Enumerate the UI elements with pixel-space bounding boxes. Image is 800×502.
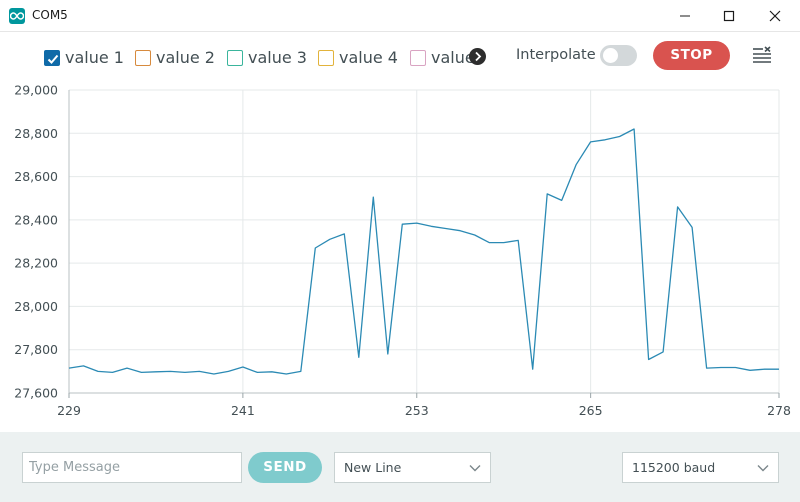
legend-label: value 4 — [339, 48, 398, 67]
checkbox-icon[interactable] — [410, 50, 426, 66]
toggle-knob — [603, 48, 618, 63]
chevron-down-icon — [757, 465, 769, 472]
legend-label: value 5 — [431, 48, 472, 67]
chevron-down-icon — [469, 465, 481, 472]
grid-lines — [68, 89, 780, 394]
plotter-toolbar: value 1 value 2 value 3 value 4 value 5 … — [0, 32, 800, 80]
serial-plot-chart: 27,600 27,800 28,000 28,200 28,400 28,600 28,8… — [14, 83, 791, 419]
y-tick-label: 27,600 — [14, 386, 58, 401]
legend-label: value 1 — [65, 48, 124, 67]
window-title: COM5 — [32, 8, 68, 22]
series-layer — [68, 128, 779, 375]
x-tick-label: 278 — [767, 403, 791, 418]
stop-button[interactable]: STOP — [653, 41, 730, 70]
y-tick-label: 27,800 — [14, 342, 58, 357]
checkbox-icon[interactable] — [227, 50, 243, 66]
legend-item-value-2[interactable]: value 2 — [135, 48, 215, 68]
legend-item-value-1[interactable]: value 1 — [44, 48, 124, 68]
message-input[interactable] — [22, 452, 242, 483]
baud-rate-select[interactable]: 115200 baud — [622, 452, 779, 483]
minimize-button[interactable] — [662, 0, 708, 32]
legend-item-value-3[interactable]: value 3 — [227, 48, 307, 68]
checkbox-icon[interactable] — [318, 50, 334, 66]
checkbox-checked-icon[interactable] — [44, 50, 60, 66]
minimize-icon — [680, 15, 690, 17]
y-tick-label: 28,400 — [14, 212, 58, 227]
x-tick-label: 265 — [579, 403, 603, 418]
legend-label: value 3 — [248, 48, 307, 67]
x-tick-label: 229 — [57, 403, 81, 418]
legend-scroll-right-button[interactable] — [469, 48, 486, 65]
serial-footer: SEND New Line 115200 baud — [0, 432, 800, 502]
x-tick-label: 253 — [405, 403, 429, 418]
baud-rate-value: 115200 baud — [632, 460, 716, 475]
y-tick-label: 28,600 — [14, 169, 58, 184]
interpolate-label: Interpolate — [516, 47, 596, 63]
line-ending-value: New Line — [344, 460, 402, 475]
y-tick-label: 28,800 — [14, 126, 58, 141]
arduino-app-icon — [9, 8, 25, 24]
legend-item-value-4[interactable]: value 4 — [318, 48, 398, 68]
x-tick-label: 241 — [231, 403, 255, 418]
title-bar: COM5 — [0, 0, 800, 32]
checkbox-icon[interactable] — [135, 50, 151, 66]
send-button[interactable]: SEND — [248, 452, 322, 483]
y-tick-label: 28,200 — [14, 256, 58, 271]
legend-label: value 2 — [156, 48, 215, 67]
y-tick-label: 28,000 — [14, 299, 58, 314]
maximize-icon — [723, 10, 735, 22]
x-axis-ticks: 229 241 253 265 278 — [57, 393, 791, 418]
maximize-button[interactable] — [706, 0, 752, 32]
clear-plot-icon[interactable] — [752, 46, 772, 64]
line-ending-select[interactable]: New Line — [334, 452, 491, 483]
series-line-value-1 — [68, 128, 779, 375]
legend-item-value-5[interactable]: value 5 — [410, 48, 472, 68]
y-tick-label: 29,000 — [14, 83, 58, 98]
y-axis-ticks: 27,600 27,800 28,000 28,200 28,400 28,600 28,8… — [14, 83, 58, 401]
chevron-right-icon — [475, 51, 482, 62]
interpolate-toggle[interactable] — [600, 45, 637, 66]
close-icon — [769, 10, 781, 22]
close-button[interactable] — [752, 0, 798, 32]
